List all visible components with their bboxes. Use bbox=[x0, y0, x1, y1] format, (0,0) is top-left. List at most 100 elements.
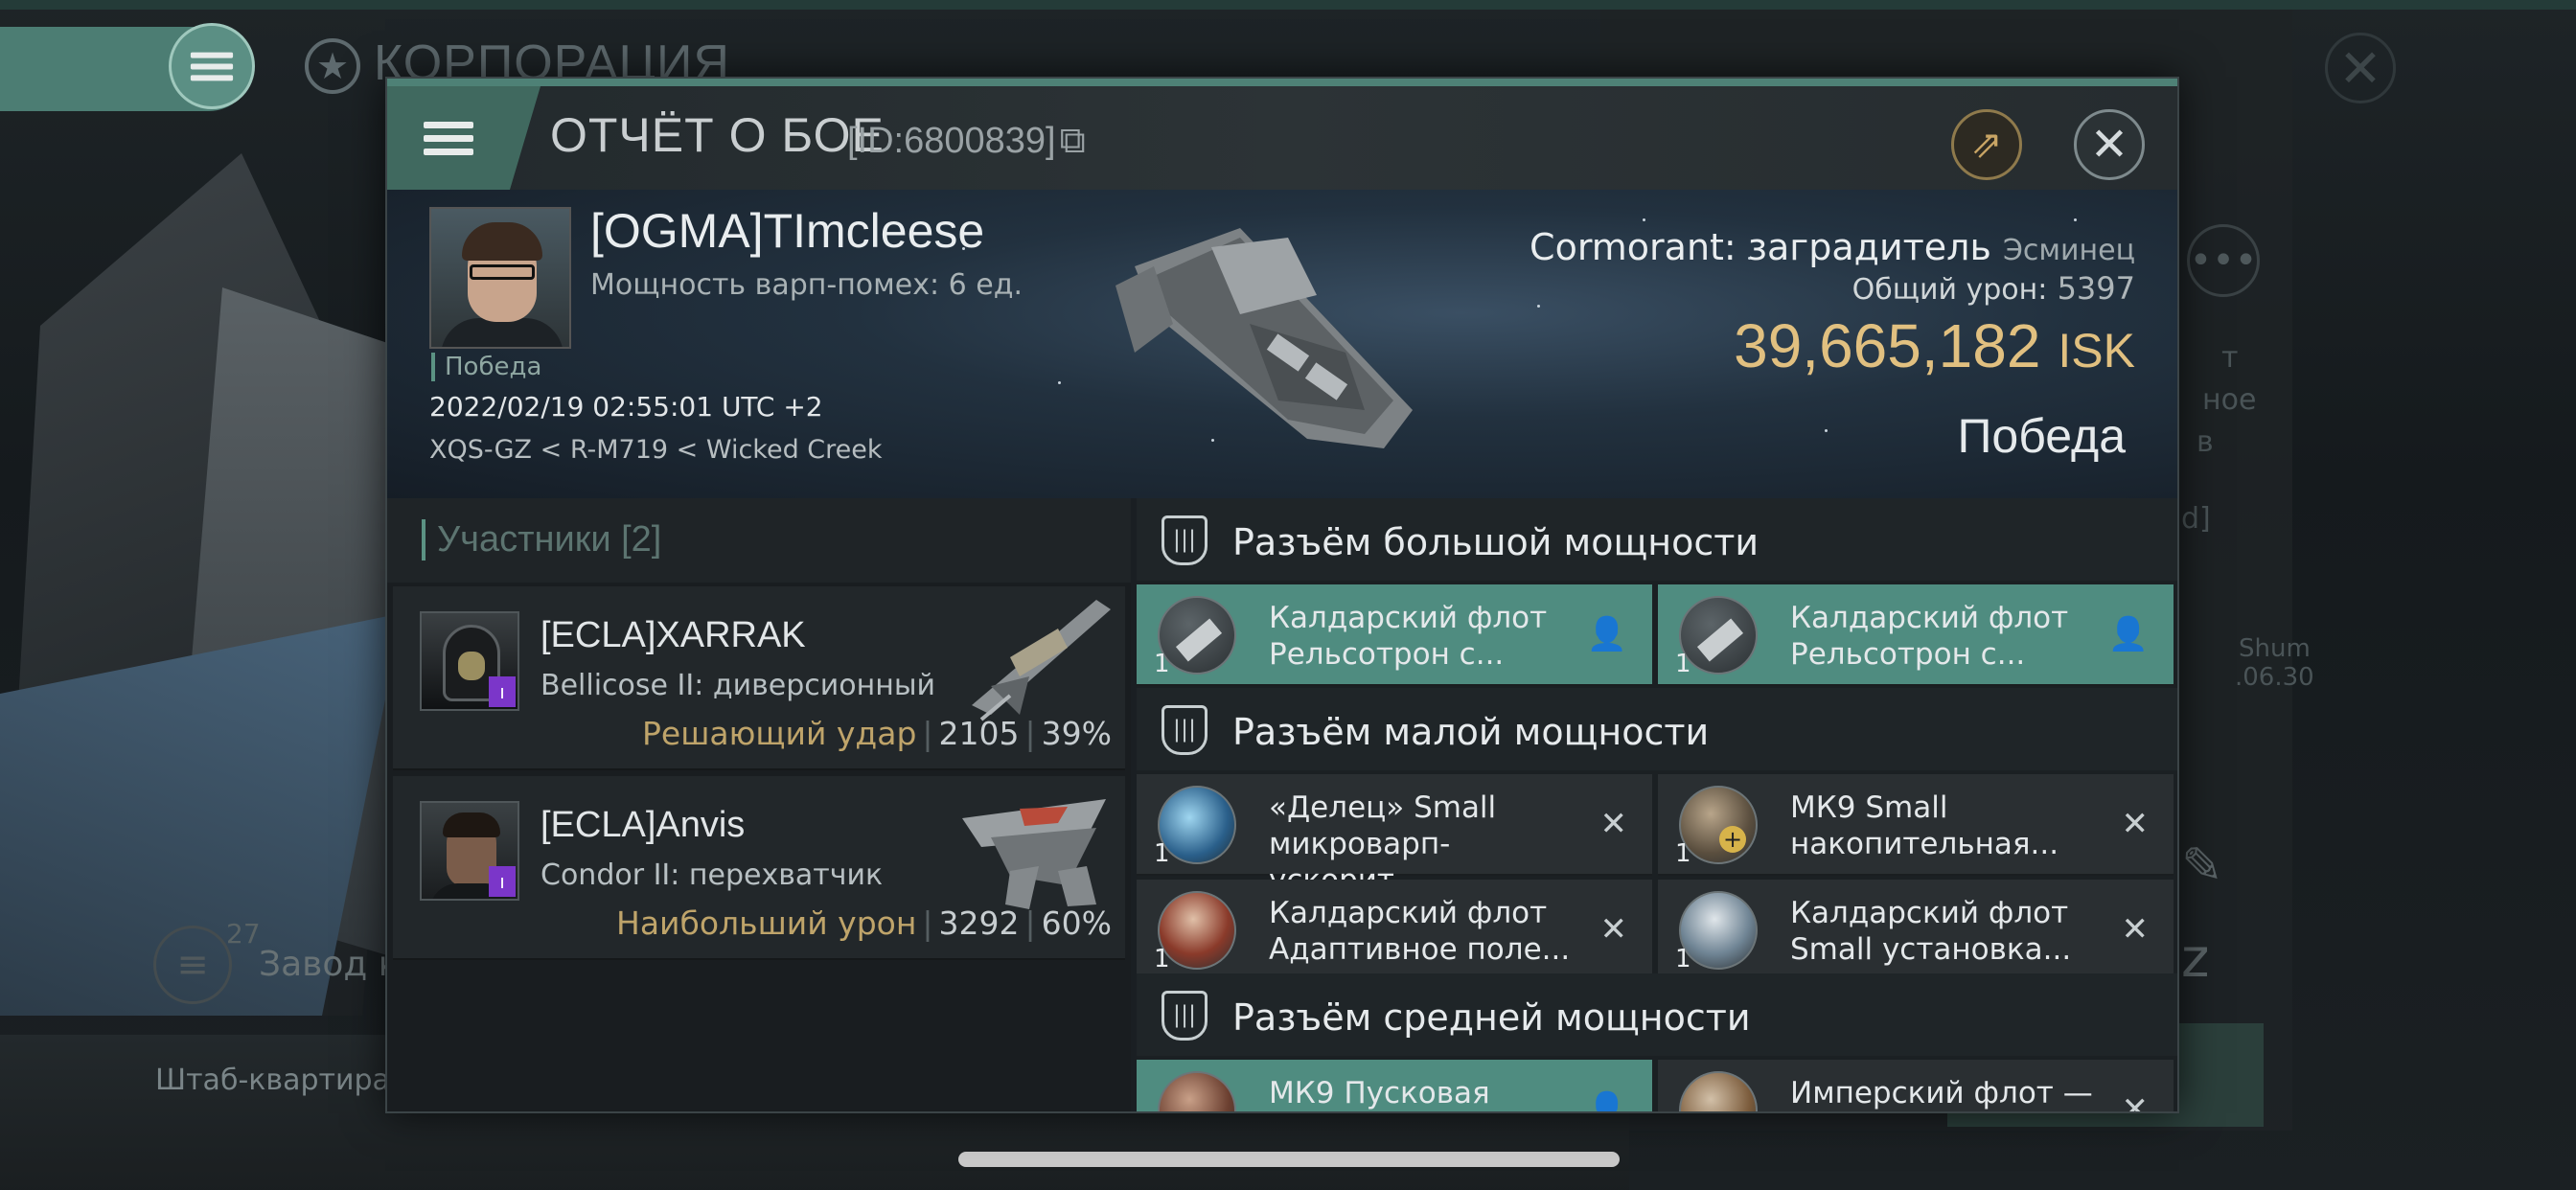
dialog-menu-button[interactable] bbox=[387, 86, 540, 190]
fitting-module[interactable]: 1 Калдарский флот Рельсотрон с... 👤 bbox=[1658, 584, 2174, 686]
participant-tag: Наибольший урон bbox=[616, 904, 917, 942]
fitting-module[interactable]: 1 Калдарский флот Адаптивное поле... ✕ bbox=[1137, 880, 1652, 981]
low-slot-header: ||| Разъём малой мощности bbox=[1137, 688, 2177, 770]
copy-icon[interactable]: ⧉ bbox=[1060, 121, 1086, 161]
participant-percent: 60% bbox=[1041, 904, 1112, 942]
user-icon: 👤 bbox=[1586, 615, 1627, 653]
sleep-icon[interactable]: z bbox=[2181, 927, 2209, 990]
participant-ship: Bellicose II: диверсионный bbox=[540, 669, 936, 702]
edit-icon[interactable]: ✎ bbox=[2181, 837, 2223, 895]
user-icon: 👤 bbox=[2107, 615, 2149, 653]
factory-label: Завод к bbox=[259, 945, 400, 984]
participant-stats: Наибольший урон | 3292 | 60% bbox=[616, 904, 1112, 942]
module-name-line1: «Делец» Small bbox=[1269, 790, 1497, 825]
module-name-line1: МК9 Small bbox=[1790, 790, 1948, 825]
mid-slot-title: Разъём средней мощности bbox=[1232, 996, 1751, 1039]
fitting-module[interactable]: МК9 Пусковая 👤 bbox=[1137, 1060, 1652, 1113]
high-slot-title: Разъём большой мощности bbox=[1232, 521, 1760, 563]
victim-ship-image[interactable] bbox=[1096, 209, 1441, 458]
main-menu-button[interactable] bbox=[169, 23, 255, 109]
victim-ship-name[interactable]: Cormorant: заградитель Эсминец bbox=[1530, 226, 2135, 268]
factory-count: 27 bbox=[226, 918, 261, 950]
fitting-module[interactable]: 1 Калдарский флот Рельсотрон с... 👤 bbox=[1137, 584, 1652, 686]
module-icon bbox=[1679, 1071, 1758, 1111]
participant-row[interactable]: ı [ECLA]Anvis Condor II: перехватчик Наи… bbox=[393, 776, 1125, 960]
module-name-line1: Калдарский флот bbox=[1269, 601, 1548, 635]
battle-report-dialog: ОТЧЁТ О БОЕ [ID:6800839] ⧉ ⇗ ✕ [OGMA]TImc… bbox=[385, 77, 2179, 1113]
module-name: МК9 Пусковая bbox=[1269, 1075, 1595, 1111]
close-icon: ✕ bbox=[2121, 910, 2150, 949]
launcher-icon bbox=[1158, 1071, 1236, 1111]
participant-avatar: ı bbox=[420, 801, 519, 901]
dialog-header: ОТЧЁТ О БОЕ [ID:6800839] ⧉ ⇗ ✕ bbox=[387, 86, 2177, 190]
module-quantity: 1 bbox=[1154, 945, 1170, 973]
close-icon: ✕ bbox=[2089, 118, 2129, 172]
victim-name[interactable]: [OGMA]TImcleese bbox=[590, 203, 984, 259]
menu-icon bbox=[190, 46, 234, 86]
module-name-line2: Рельсотрон с... bbox=[1269, 637, 1505, 672]
fitting-module[interactable]: 1 «Делец» Smallмикроварп-ускорит.... ✕ bbox=[1137, 774, 1652, 898]
participant-name: [ECLA]XARRAK bbox=[540, 615, 806, 655]
fitting-module[interactable]: 1 Калдарский флот Small установка... ✕ bbox=[1658, 880, 2174, 981]
home-indicator[interactable] bbox=[958, 1152, 1620, 1167]
report-id[interactable]: [ID:6800839] ⧉ bbox=[847, 121, 1086, 162]
participants-header: Участники [2] bbox=[387, 498, 1131, 583]
pilot-badge-icon: ı bbox=[489, 676, 516, 707]
side-text: Shum bbox=[2239, 634, 2311, 663]
side-text: d] bbox=[2181, 502, 2211, 536]
dialog-accent-line bbox=[387, 79, 2177, 86]
total-damage: Общий урон: 5397 bbox=[1852, 270, 2135, 307]
status-tag: Победа bbox=[431, 353, 541, 381]
module-quantity: 1 bbox=[1675, 945, 1691, 973]
module-name-line1: Калдарский флот bbox=[1269, 896, 1548, 930]
side-text: .06.30 bbox=[2235, 663, 2314, 692]
participant-percent: 39% bbox=[1041, 715, 1112, 752]
fittings-panel: ||| Разъём большой мощности 1 Калдарский… bbox=[1137, 498, 2177, 1113]
battle-location: XQS-GZ < R-M719 < Wicked Creek bbox=[429, 435, 883, 465]
user-icon: 👤 bbox=[1586, 1090, 1627, 1113]
module-name: МК9 Small накопительная... bbox=[1790, 790, 2116, 862]
participant-damage: 3292 bbox=[938, 904, 1020, 942]
close-button[interactable]: ✕ bbox=[2074, 109, 2145, 180]
total-damage-value: 5397 bbox=[2057, 270, 2135, 307]
module-quantity: 1 bbox=[1675, 839, 1691, 868]
isk-amount: 39,665,182 bbox=[1734, 311, 2041, 380]
isk-value: 39,665,182 ISK bbox=[1734, 310, 2135, 381]
participant-ship: Condor II: перехватчик bbox=[540, 858, 884, 892]
warp-disruption-info: Мощность варп-помех: 6 ед. bbox=[590, 268, 1024, 302]
fitting-module[interactable]: + 1 МК9 Small накопительная... ✕ bbox=[1658, 774, 2174, 876]
total-damage-label: Общий урон: bbox=[1852, 273, 2048, 307]
mid-slot-icon: ||| bbox=[1162, 991, 1208, 1041]
participant-damage: 2105 bbox=[938, 715, 1020, 752]
menu-icon bbox=[424, 115, 473, 162]
module-quantity: 1 bbox=[1154, 650, 1170, 678]
isk-currency: ISK bbox=[2058, 324, 2135, 378]
ship-type: Cormorant: заградитель bbox=[1530, 226, 1991, 268]
module-name-line1: МК9 Пусковая bbox=[1269, 1076, 1490, 1110]
report-id-text: [ID:6800839] bbox=[847, 121, 1056, 161]
corporation-star-icon: ★ bbox=[305, 38, 360, 94]
module-name-line2: Рельсотрон с... bbox=[1790, 637, 2026, 672]
module-name: Калдарский флот Small установка... bbox=[1790, 895, 2116, 968]
headquarters-label: Штаб-квартира К bbox=[155, 1064, 420, 1097]
side-text: т bbox=[2221, 341, 2239, 375]
background-close-icon[interactable]: ✕ bbox=[2325, 33, 2396, 103]
mid-slot-header: ||| Разъём средней мощности bbox=[1137, 973, 2177, 1056]
high-slot-icon: ||| bbox=[1162, 515, 1208, 565]
module-name-line1: Калдарский флот bbox=[1790, 601, 2069, 635]
module-name-line2: Адаптивное поле... bbox=[1269, 932, 1571, 967]
factory-menu-button[interactable]: ≡ bbox=[153, 926, 232, 1004]
battle-result: Победа bbox=[1957, 409, 2126, 463]
victim-portrait[interactable] bbox=[429, 207, 571, 349]
pilot-badge-icon: ı bbox=[489, 866, 516, 897]
close-icon: ✕ bbox=[2121, 1090, 2150, 1113]
export-button[interactable]: ⇗ bbox=[1951, 109, 2022, 180]
module-quantity: 1 bbox=[1154, 839, 1170, 868]
participant-row[interactable]: ı [ECLA]XARRAK Bellicose II: диверсионны… bbox=[393, 586, 1125, 770]
module-name-line2: Small установка... bbox=[1790, 932, 2072, 967]
background-top-bar bbox=[0, 0, 2576, 10]
more-options-icon[interactable]: ••• bbox=[2187, 224, 2260, 297]
module-name: Имперский флот — bbox=[1790, 1075, 2116, 1111]
participants-panel: Участники [2] ı [ECLA]XARRAK Bellicose I… bbox=[387, 498, 1131, 1111]
fitting-module[interactable]: Имперский флот — ✕ bbox=[1658, 1060, 2174, 1113]
